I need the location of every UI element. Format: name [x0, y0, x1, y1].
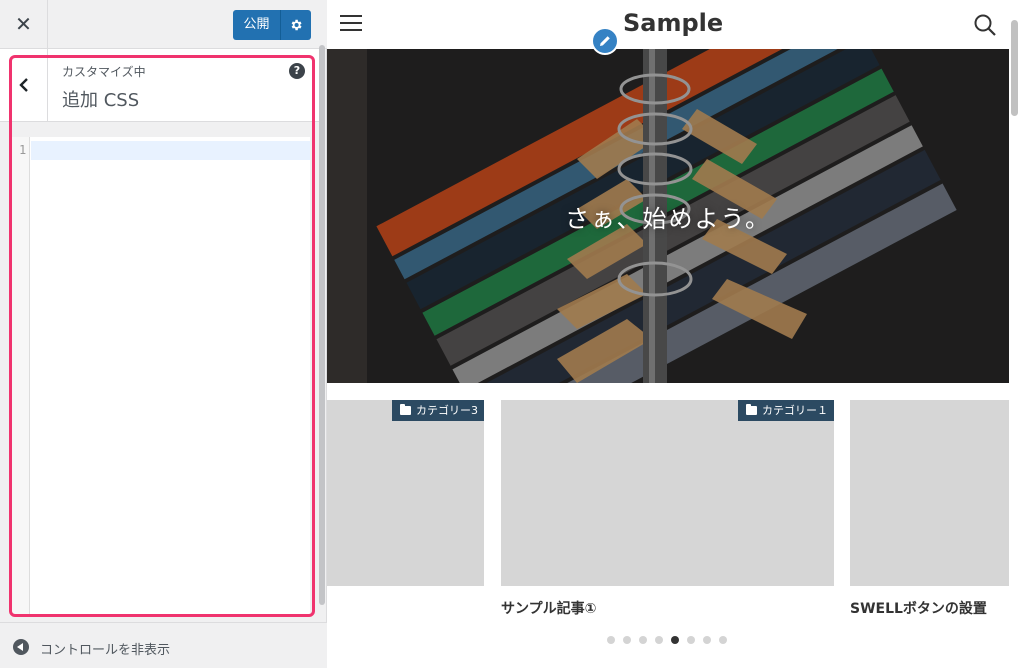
- customizer-header: ✕ 公開: [0, 0, 327, 49]
- pagination-dot[interactable]: [671, 636, 679, 644]
- collapse-sidebar-button[interactable]: コントロールを非表示: [0, 622, 327, 668]
- folder-icon: [400, 404, 411, 415]
- gear-icon: [291, 19, 302, 31]
- site-title[interactable]: Sample: [623, 9, 723, 37]
- site-header: Sample: [327, 0, 1009, 49]
- pagination-dot[interactable]: [607, 636, 615, 644]
- publish-settings-button[interactable]: [281, 18, 311, 32]
- pagination-dot[interactable]: [719, 636, 727, 644]
- annotation-highlight: [9, 55, 315, 617]
- post-card-2[interactable]: カテゴリー１: [501, 400, 834, 586]
- pagination-dot[interactable]: [687, 636, 695, 644]
- slider-pagination: [607, 636, 727, 644]
- pencil-icon: [600, 36, 610, 46]
- folder-icon: [746, 404, 757, 415]
- publish-button[interactable]: 公開: [233, 10, 281, 40]
- customizer-sidebar: ✕ 公開 カスタマイズ中 追加 CSS ? 1 コントロールを非表示: [0, 0, 327, 668]
- sidebar-scrollbar[interactable]: [319, 45, 325, 605]
- close-icon: ✕: [15, 12, 32, 36]
- search-icon[interactable]: [973, 13, 997, 37]
- preview-scrollbar[interactable]: [1011, 20, 1018, 116]
- edit-shortcut-button[interactable]: [591, 27, 619, 55]
- post-card-3[interactable]: [850, 400, 1009, 586]
- category-badge: カテゴリー１: [738, 400, 834, 421]
- post-card-1[interactable]: カテゴリー3: [327, 400, 484, 586]
- pagination-dot[interactable]: [703, 636, 711, 644]
- pagination-dot[interactable]: [623, 636, 631, 644]
- category-badge: カテゴリー3: [392, 400, 484, 421]
- collapse-icon: [13, 639, 29, 655]
- category-label: カテゴリー3: [416, 404, 478, 417]
- hero-catchphrase: さぁ、始めよう。: [564, 205, 772, 233]
- collapse-sidebar-label: コントロールを非表示: [40, 643, 171, 658]
- site-preview: Sample さぁ、始めよう。 カテゴリー3 カテゴリー１ サンプル記事① SW…: [327, 0, 1024, 668]
- category-label: カテゴリー１: [762, 404, 828, 417]
- hero-image: さぁ、始めよう。: [327, 49, 1009, 383]
- publish-button-group: 公開: [233, 10, 311, 40]
- pagination-dot[interactable]: [655, 636, 663, 644]
- close-customizer-button[interactable]: ✕: [0, 0, 48, 48]
- menu-icon[interactable]: [340, 14, 362, 32]
- pagination-dot[interactable]: [639, 636, 647, 644]
- post-card-title[interactable]: SWELLボタンの設置: [850, 598, 987, 618]
- post-card-title[interactable]: サンプル記事①: [501, 598, 596, 618]
